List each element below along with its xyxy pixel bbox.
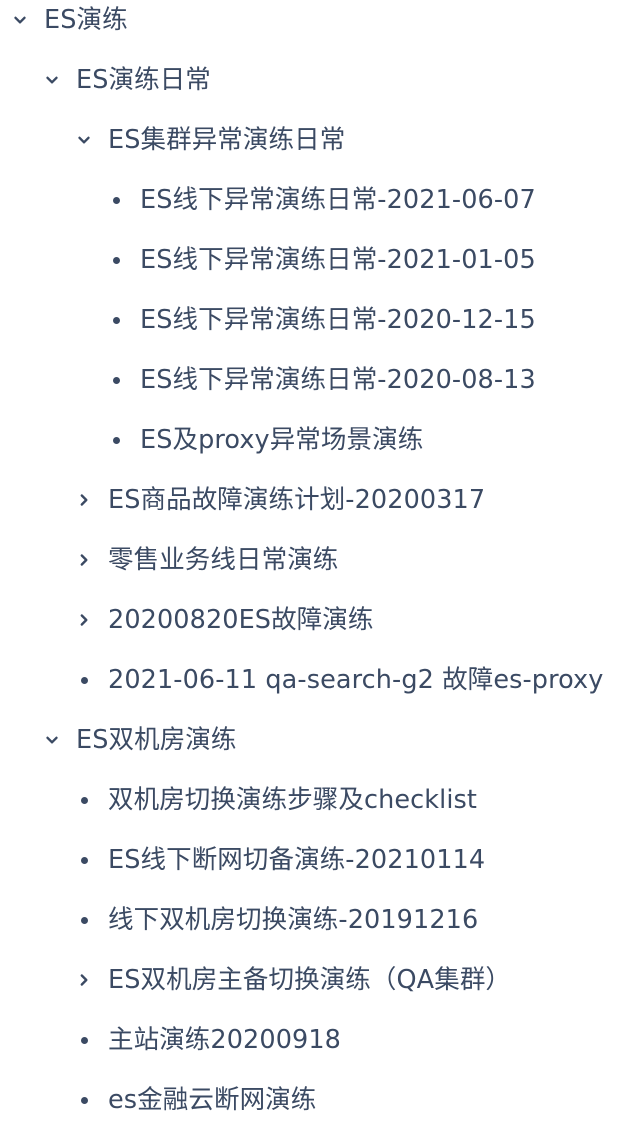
- tree-item-label: ES双机房演练: [76, 725, 237, 755]
- bullet-icon: [72, 650, 96, 710]
- tree-item-es-drill[interactable]: ES演练: [0, 0, 622, 50]
- tree-item-doc[interactable]: 双机房切换演练步骤及checklist: [0, 770, 622, 830]
- tree-item-label: ES线下异常演练日常-2020-08-13: [140, 365, 536, 395]
- bullet-icon: [104, 230, 128, 290]
- tree-item-doc[interactable]: ES线下异常演练日常-2021-06-07: [0, 170, 622, 230]
- tree-item-doc[interactable]: ES线下异常演练日常-2020-08-13: [0, 350, 622, 410]
- bullet-icon: [104, 170, 128, 230]
- tree-item-label: 零售业务线日常演练: [108, 545, 339, 575]
- tree-item-dual-dc-drill[interactable]: ES双机房演练: [0, 710, 622, 770]
- tree-item-doc[interactable]: ES及proxy异常场景演练: [0, 410, 622, 470]
- tree-item-doc[interactable]: ES线下异常演练日常-2020-12-15: [0, 290, 622, 350]
- tree-item-cluster-anomaly-daily[interactable]: ES集群异常演练日常: [0, 110, 622, 170]
- bullet-icon: [72, 1070, 96, 1130]
- tree-item-doc[interactable]: ES线下异常演练日常-2021-01-05: [0, 230, 622, 290]
- tree-item-label: ES及proxy异常场景演练: [140, 425, 424, 455]
- bullet-icon: [104, 350, 128, 410]
- chevron-down-icon[interactable]: [40, 50, 64, 110]
- bullet-icon: [104, 410, 128, 470]
- tree-item-dual-dc-failover-qa[interactable]: ES双机房主备切换演练（QA集群）: [0, 950, 622, 1010]
- tree-item-label: 2021-06-11 qa-search-g2 故障es-proxy: [108, 665, 604, 695]
- chevron-down-icon[interactable]: [72, 110, 96, 170]
- tree-item-20200820-fault[interactable]: 20200820ES故障演练: [0, 590, 622, 650]
- tree-item-label: 主站演练20200918: [108, 1025, 341, 1055]
- tree-item-label: ES商品故障演练计划-20200317: [108, 485, 486, 515]
- document-tree: ES演练 ES演练日常 ES集群异常演练日常 ES线下异常演练日常-2021-0…: [0, 0, 622, 1124]
- tree-item-retail-daily[interactable]: 零售业务线日常演练: [0, 530, 622, 590]
- tree-item-doc[interactable]: es金融云断网演练: [0, 1070, 622, 1130]
- tree-item-label: 双机房切换演练步骤及checklist: [108, 785, 478, 815]
- tree-item-label: ES集群异常演练日常: [108, 125, 346, 155]
- chevron-down-icon[interactable]: [8, 0, 32, 50]
- tree-item-label: es金融云断网演练: [108, 1085, 317, 1115]
- tree-item-doc[interactable]: 主站演练20200918: [0, 1010, 622, 1070]
- tree-item-doc[interactable]: 2021-06-11 qa-search-g2 故障es-proxy: [0, 650, 622, 710]
- tree-item-label: 线下双机房切换演练-20191216: [108, 905, 479, 935]
- tree-item-doc[interactable]: 线下双机房切换演练-20191216: [0, 890, 622, 950]
- tree-item-label: ES线下异常演练日常-2021-06-07: [140, 185, 536, 215]
- tree-item-product-fault-plan[interactable]: ES商品故障演练计划-20200317: [0, 470, 622, 530]
- bullet-icon: [104, 290, 128, 350]
- tree-item-label: ES演练: [44, 5, 128, 35]
- tree-item-label: ES演练日常: [76, 65, 211, 95]
- tree-item-label: ES线下断网切备演练-20210114: [108, 845, 486, 875]
- chevron-right-icon[interactable]: [72, 950, 96, 1010]
- bullet-icon: [72, 770, 96, 830]
- bullet-icon: [72, 1010, 96, 1070]
- tree-item-label: ES双机房主备切换演练（QA集群）: [108, 965, 512, 995]
- chevron-right-icon[interactable]: [72, 470, 96, 530]
- chevron-right-icon[interactable]: [72, 530, 96, 590]
- chevron-down-icon[interactable]: [40, 710, 64, 770]
- bullet-icon: [72, 890, 96, 950]
- tree-item-label: ES线下异常演练日常-2020-12-15: [140, 305, 536, 335]
- tree-item-es-drill-daily[interactable]: ES演练日常: [0, 50, 622, 110]
- tree-item-label: ES线下异常演练日常-2021-01-05: [140, 245, 536, 275]
- tree-item-label: 20200820ES故障演练: [108, 605, 374, 635]
- tree-item-doc[interactable]: ES线下断网切备演练-20210114: [0, 830, 622, 890]
- bullet-icon: [72, 830, 96, 890]
- chevron-right-icon[interactable]: [72, 590, 96, 650]
